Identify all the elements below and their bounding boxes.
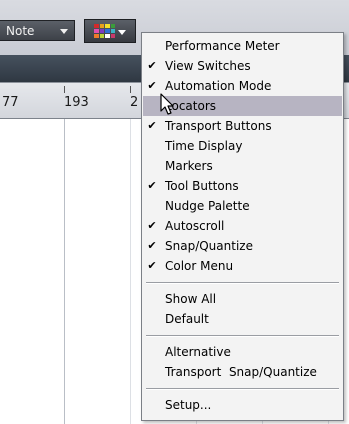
menu-item-label: Performance Meter xyxy=(165,39,280,53)
menu-item-label: Time Display xyxy=(165,139,243,153)
menu-item-label: View Switches xyxy=(165,59,251,73)
menu-item-performance-meter[interactable]: Performance Meter xyxy=(143,36,342,56)
color-grid-icon xyxy=(94,24,115,38)
menu-item-label: Automation Mode xyxy=(165,79,272,93)
mouse-pointer-icon xyxy=(160,93,174,115)
menu-item-label: Transport Buttons xyxy=(165,119,272,133)
color-swatch xyxy=(105,29,110,33)
quantize-select[interactable]: Note xyxy=(0,20,75,41)
menu-item-tool-buttons[interactable]: ✔ Tool Buttons xyxy=(143,176,342,196)
chevron-down-icon xyxy=(118,30,126,35)
checkmark-icon: ✔ xyxy=(147,219,157,232)
menu-separator xyxy=(146,335,339,337)
menu-item-markers[interactable]: Markers xyxy=(143,156,342,176)
color-menu-button[interactable] xyxy=(84,19,136,43)
chevron-down-icon xyxy=(60,29,68,34)
menu-item-nudge-palette[interactable]: Nudge Palette xyxy=(143,196,342,216)
checkmark-icon: ✔ xyxy=(147,119,157,132)
menu-item-alternative[interactable]: Alternative xyxy=(143,342,342,362)
menu-item-label: Default xyxy=(165,312,209,326)
ruler-tick xyxy=(130,86,131,93)
toolbar-context-menu: Performance Meter ✔ View Switches ✔ Auto… xyxy=(141,32,344,421)
checkmark-icon: ✔ xyxy=(147,79,157,92)
menu-separator xyxy=(146,282,339,284)
menu-item-label: Tool Buttons xyxy=(165,179,239,193)
color-swatch xyxy=(99,24,104,28)
gridline xyxy=(64,119,65,424)
menu-item-label: Show All xyxy=(165,292,217,306)
menu-item-label: Autoscroll xyxy=(165,219,225,233)
checkmark-icon: ✔ xyxy=(147,179,157,192)
menu-item-transport-buttons[interactable]: ✔ Transport Buttons xyxy=(143,116,342,136)
menu-item-label: Setup... xyxy=(165,398,212,412)
menu-item-label: Color Menu xyxy=(165,259,234,273)
ruler-tick xyxy=(64,86,65,93)
menu-item-default[interactable]: Default xyxy=(143,309,342,329)
color-swatch xyxy=(110,34,115,38)
color-swatch xyxy=(105,34,110,38)
menu-item-color-menu[interactable]: ✔ Color Menu xyxy=(143,256,342,276)
menu-item-view-switches[interactable]: ✔ View Switches xyxy=(143,56,342,76)
checkmark-icon: ✔ xyxy=(147,259,157,272)
menu-item-time-display[interactable]: Time Display xyxy=(143,136,342,156)
checkmark-icon: ✔ xyxy=(147,239,157,252)
gridline xyxy=(130,119,131,424)
menu-item-label: Snap/Quantize xyxy=(165,239,253,253)
menu-item-label: Markers xyxy=(165,159,213,173)
color-swatch xyxy=(110,29,115,33)
color-swatch xyxy=(94,29,99,33)
color-swatch xyxy=(99,29,104,33)
color-swatch xyxy=(94,34,99,38)
menu-item-snap-quantize[interactable]: ✔ Snap/Quantize xyxy=(143,236,342,256)
checkmark-icon: ✔ xyxy=(147,59,157,72)
ruler-label: 2 xyxy=(130,95,139,110)
color-swatch xyxy=(99,34,104,38)
menu-item-label: Transport Snap/Quantize xyxy=(165,365,317,379)
quantize-select-value: Note xyxy=(6,24,35,38)
menu-item-transport-snap-quantize[interactable]: Transport Snap/Quantize xyxy=(143,362,342,382)
color-swatch xyxy=(105,24,110,28)
ruler-label: 77 xyxy=(2,95,19,110)
menu-separator xyxy=(146,388,339,390)
menu-item-label: Alternative xyxy=(165,345,231,359)
color-swatch xyxy=(110,24,115,28)
menu-item-label: Nudge Palette xyxy=(165,199,250,213)
color-swatch xyxy=(94,24,99,28)
menu-item-show-all[interactable]: Show All xyxy=(143,289,342,309)
menu-item-autoscroll[interactable]: ✔ Autoscroll xyxy=(143,216,342,236)
ruler-label: 193 xyxy=(64,95,89,110)
menu-item-setup[interactable]: Setup... xyxy=(143,395,342,415)
